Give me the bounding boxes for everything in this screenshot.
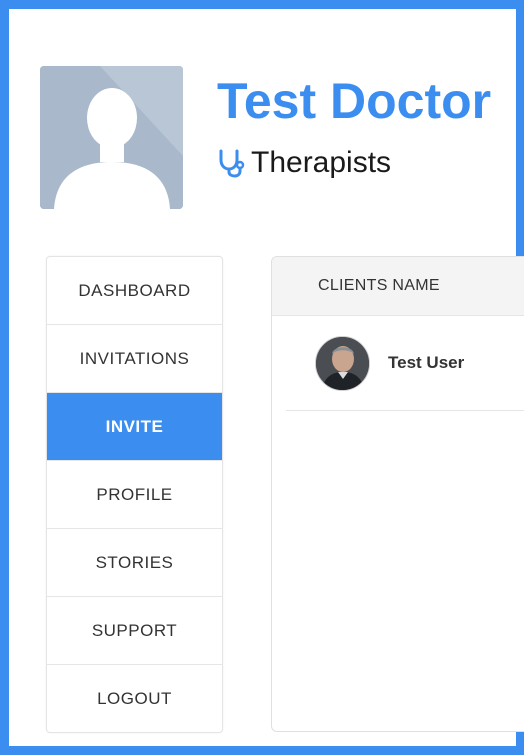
role-label: Therapists bbox=[251, 146, 392, 179]
client-name: Test User bbox=[388, 353, 465, 372]
table-row[interactable]: Test User bbox=[286, 316, 524, 411]
stethoscope-icon bbox=[219, 149, 245, 178]
role-line: Therapists bbox=[217, 146, 391, 180]
doctor-name: Test Doctor bbox=[217, 73, 492, 129]
user-silhouette-icon bbox=[40, 66, 183, 209]
profile-avatar bbox=[40, 66, 183, 209]
sidebar-nav: DASHBOARD INVITATIONS INVITE PROFILE STO… bbox=[46, 256, 223, 733]
clients-panel: CLIENTS NAME Test User bbox=[271, 256, 524, 732]
sidebar-item-stories[interactable]: STORIES bbox=[47, 529, 222, 597]
sidebar-item-logout[interactable]: LOGOUT bbox=[47, 665, 222, 732]
client-avatar bbox=[315, 335, 370, 391]
sidebar-item-support[interactable]: SUPPORT bbox=[47, 597, 222, 665]
sidebar-item-invite[interactable]: INVITE bbox=[47, 393, 222, 461]
user-photo-icon bbox=[316, 336, 369, 390]
clients-column-header[interactable]: CLIENTS NAME bbox=[272, 257, 524, 316]
sidebar-item-invitations[interactable]: INVITATIONS bbox=[47, 325, 222, 393]
sidebar-item-dashboard[interactable]: DASHBOARD bbox=[47, 257, 222, 325]
sidebar-item-profile[interactable]: PROFILE bbox=[47, 461, 222, 529]
